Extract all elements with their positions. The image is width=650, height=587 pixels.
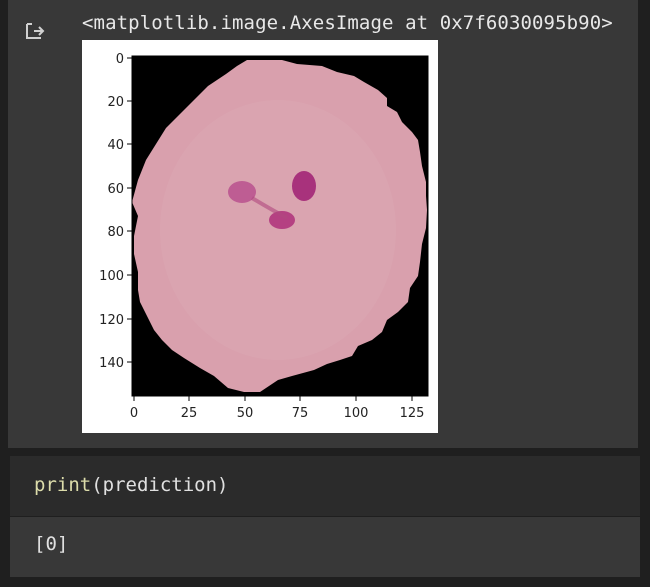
y-tick-label: 140 [99, 356, 124, 371]
y-tick-label: 0 [116, 52, 124, 67]
code-line[interactable]: print(prediction) [34, 474, 228, 496]
x-tick-label: 75 [292, 406, 309, 421]
output-area: <matplotlib.image.AxesImage at 0x7f60300… [8, 0, 638, 448]
y-tick-label: 120 [99, 313, 124, 328]
x-tick-label: 100 [344, 406, 369, 421]
axesimage-repr-text: <matplotlib.image.AxesImage at 0x7f60300… [82, 12, 613, 34]
parasite-right [292, 171, 316, 201]
x-tick-label: 50 [237, 406, 254, 421]
matplotlib-figure: 0 20 40 60 80 100 120 140 0 25 50 75 100… [82, 40, 438, 433]
x-tick-label: 0 [130, 406, 138, 421]
y-tick-label: 100 [99, 269, 124, 284]
y-tick-label: 60 [107, 182, 124, 197]
code-arguments: (prediction) [91, 474, 229, 496]
cell-output: [0] [10, 517, 640, 577]
x-axis [133, 396, 413, 401]
output-redirect-icon[interactable] [24, 20, 46, 42]
y-tick-label: 20 [107, 95, 124, 110]
y-axis [127, 57, 132, 363]
y-tick-label: 40 [107, 138, 124, 153]
prediction-output: [0] [34, 533, 69, 555]
x-tick-label: 125 [400, 406, 425, 421]
y-tick-label: 80 [107, 225, 124, 240]
code-cell[interactable]: print(prediction) [10, 456, 640, 516]
code-function: print [34, 474, 92, 496]
x-tick-label: 25 [181, 406, 198, 421]
